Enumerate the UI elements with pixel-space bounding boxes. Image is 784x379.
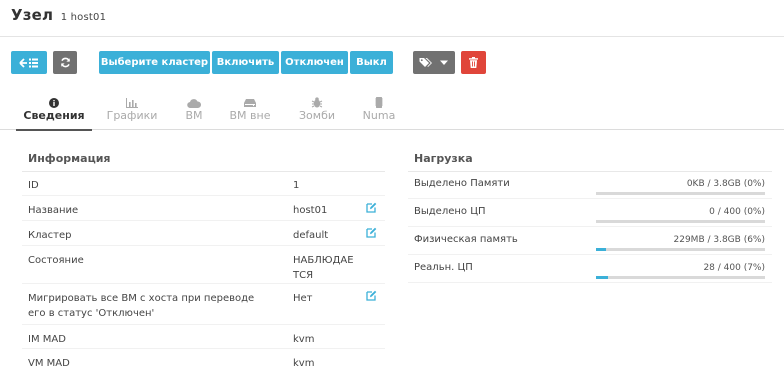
load-table: Выделено Памяти 0KB / 3.8GB (0%) Выделен… [408, 171, 772, 283]
tab-numa[interactable]: Numa [362, 94, 396, 130]
hdd-icon [244, 96, 256, 109]
row-label: Название [28, 205, 79, 216]
row-label: Состояние [28, 255, 84, 266]
table-row: Состояние НАБЛЮДАЕТСЯ [22, 246, 385, 284]
tab-bar: Сведения Графики ВМ ВМ вне Зомби Numa [0, 94, 784, 131]
disable-button[interactable]: Отключен [281, 51, 348, 74]
info-section-title: Информация [28, 152, 111, 165]
load-row: Выделено ЦП 0 / 400 (0%) [408, 199, 772, 227]
row-label: Кластер [28, 230, 72, 241]
tab-wild-vms[interactable]: ВМ вне [228, 94, 272, 130]
load-row: Физическая память 229MB / 3.8GB (6%) [408, 227, 772, 255]
load-section-title: Нагрузка [414, 152, 473, 165]
table-row: ID 1 [22, 171, 385, 196]
info-table: ID 1 Название host01 Кластер default Сос… [22, 171, 385, 373]
table-row: Кластер default [22, 221, 385, 246]
progress-fill [596, 248, 607, 251]
load-value: 28 / 400 (7%) [703, 263, 765, 273]
table-row: VM MAD kvm [22, 349, 385, 373]
tab-info[interactable]: Сведения [16, 94, 92, 131]
page-subtitle: 1 host01 [60, 12, 107, 23]
row-label: ID [28, 180, 39, 191]
row-value: kvm [293, 358, 315, 369]
load-value: 0 / 400 (0%) [709, 207, 765, 217]
progress-fill [596, 276, 608, 279]
table-row: Название host01 [22, 196, 385, 221]
row-label: VM MAD [28, 358, 70, 369]
tab-label: Графики [106, 109, 158, 122]
tab-label: Numa [362, 109, 396, 122]
back-to-list-button[interactable] [11, 51, 47, 74]
load-row: Выделено Памяти 0KB / 3.8GB (0%) [408, 171, 772, 199]
labels-dropdown-button[interactable] [413, 51, 455, 74]
bar-chart-icon [126, 96, 138, 109]
refresh-button[interactable] [53, 51, 77, 74]
row-label: Мигрировать все ВМ с хоста при переводе … [28, 293, 255, 319]
row-value: host01 [293, 205, 328, 216]
row-value: НАБЛЮДАЕТСЯ [293, 255, 354, 281]
refresh-icon [60, 57, 70, 68]
info-circle-icon [49, 96, 59, 109]
page-title: Узел 1 host01 [11, 6, 106, 24]
table-row: Мигрировать все ВМ с хоста при переводе … [22, 284, 385, 325]
progress-bar [596, 248, 765, 251]
delete-button[interactable] [461, 51, 486, 74]
load-value: 0KB / 3.8GB (0%) [686, 179, 765, 189]
caret-down-icon [440, 60, 448, 65]
load-label: Выделено Памяти [414, 178, 510, 189]
tab-label: ВМ [185, 109, 203, 122]
cloud-icon [187, 96, 201, 109]
select-cluster-button[interactable]: Выберите кластер [99, 51, 210, 74]
bug-icon [311, 96, 323, 109]
tab-vms[interactable]: ВМ [180, 94, 208, 130]
tab-zombies[interactable]: Зомби [297, 94, 337, 130]
row-value: 1 [293, 180, 300, 191]
row-value: default [293, 230, 329, 241]
tags-icon [419, 58, 432, 67]
edit-icon[interactable] [366, 202, 377, 216]
load-label: Физическая память [414, 234, 518, 245]
edit-icon[interactable] [366, 227, 377, 241]
load-row: Реальн. ЦП 28 / 400 (7%) [408, 255, 772, 283]
load-value: 229MB / 3.8GB (6%) [673, 235, 766, 245]
row-value: kvm [293, 334, 315, 345]
back-list-icon [19, 57, 38, 68]
enable-button[interactable]: Включить [212, 51, 279, 74]
edit-icon[interactable] [366, 290, 377, 304]
progress-bar [596, 220, 765, 223]
tab-graphs[interactable]: Графики [106, 94, 158, 130]
load-label: Выделено ЦП [414, 206, 486, 217]
tab-label: Сведения [23, 109, 85, 122]
progress-bar [596, 276, 765, 279]
progress-bar [596, 192, 765, 195]
microchip-icon [375, 96, 383, 109]
trash-icon [469, 57, 478, 68]
row-label: IM MAD [28, 334, 66, 345]
page-header: Узел 1 host01 [0, 0, 784, 37]
table-row: IM MAD kvm [22, 325, 385, 349]
tab-label: Зомби [298, 109, 335, 122]
tab-label: ВМ вне [229, 109, 271, 122]
load-label: Реальн. ЦП [414, 262, 473, 273]
off-button[interactable]: Выкл [350, 51, 393, 74]
row-value: Нет [293, 293, 313, 304]
page-title-text: Узел [11, 6, 54, 24]
